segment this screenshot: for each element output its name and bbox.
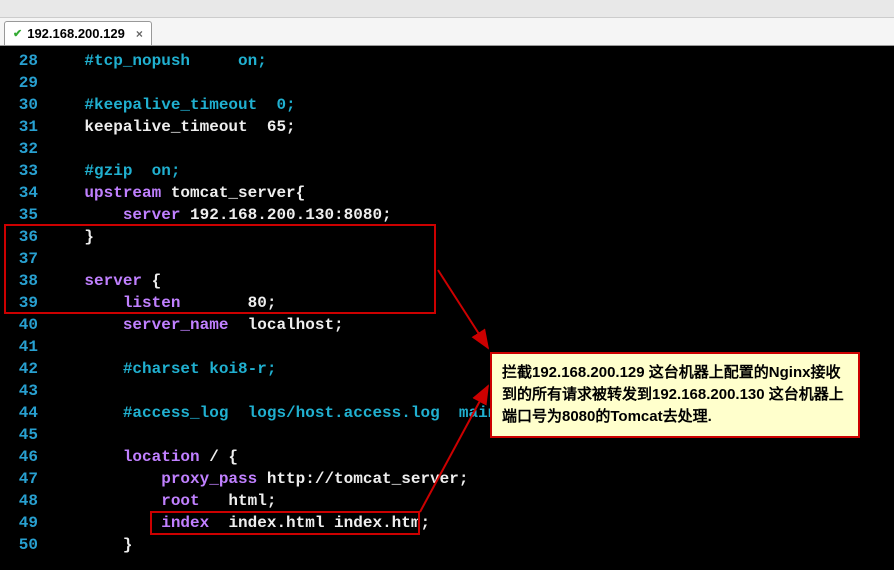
code-line: #tcp_nopush on; [46, 50, 894, 72]
line-number: 47 [4, 468, 38, 490]
code-area[interactable]: #tcp_nopush on; #keepalive_timeout 0; ke… [46, 46, 894, 570]
code-line [46, 248, 894, 270]
line-number: 50 [4, 534, 38, 556]
line-number: 28 [4, 50, 38, 72]
code-line: #keepalive_timeout 0; [46, 94, 894, 116]
annotation-box: 拦截192.168.200.129 这台机器上配置的Nginx接收到的所有请求被… [490, 352, 860, 438]
annotation-text: 拦截192.168.200.129 这台机器上配置的Nginx接收到的所有请求被… [502, 364, 844, 425]
code-line: listen 80; [46, 292, 894, 314]
line-number: 34 [4, 182, 38, 204]
line-number: 49 [4, 512, 38, 534]
tab-bar: ✔ 192.168.200.129 × [0, 18, 894, 46]
line-number: 41 [4, 336, 38, 358]
line-number: 30 [4, 94, 38, 116]
line-number: 36 [4, 226, 38, 248]
line-number: 48 [4, 490, 38, 512]
line-number: 38 [4, 270, 38, 292]
code-editor[interactable]: 2829303132333435363738394041424344454647… [0, 46, 894, 570]
line-gutter: 2829303132333435363738394041424344454647… [0, 46, 46, 570]
code-line: server_name localhost; [46, 314, 894, 336]
line-number: 31 [4, 116, 38, 138]
tab-label: 192.168.200.129 [27, 26, 125, 41]
code-line: proxy_pass http://tomcat_server; [46, 468, 894, 490]
code-line: } [46, 226, 894, 248]
code-line: server { [46, 270, 894, 292]
code-line [46, 72, 894, 94]
code-line: keepalive_timeout 65; [46, 116, 894, 138]
line-number: 42 [4, 358, 38, 380]
line-number: 39 [4, 292, 38, 314]
close-icon[interactable]: × [136, 27, 143, 41]
line-number: 33 [4, 160, 38, 182]
line-number: 29 [4, 72, 38, 94]
line-number: 46 [4, 446, 38, 468]
line-number: 43 [4, 380, 38, 402]
line-number: 37 [4, 248, 38, 270]
code-line: root html; [46, 490, 894, 512]
code-line: #gzip on; [46, 160, 894, 182]
toolbar [0, 0, 894, 18]
code-line: server 192.168.200.130:8080; [46, 204, 894, 226]
file-tab[interactable]: ✔ 192.168.200.129 × [4, 21, 152, 45]
line-number: 35 [4, 204, 38, 226]
line-number: 45 [4, 424, 38, 446]
code-line: index index.html index.htm; [46, 512, 894, 534]
line-number: 40 [4, 314, 38, 336]
code-line [46, 138, 894, 160]
line-number: 44 [4, 402, 38, 424]
code-line: upstream tomcat_server{ [46, 182, 894, 204]
code-line: } [46, 534, 894, 556]
line-number: 32 [4, 138, 38, 160]
check-icon: ✔ [13, 27, 22, 40]
code-line: location / { [46, 446, 894, 468]
